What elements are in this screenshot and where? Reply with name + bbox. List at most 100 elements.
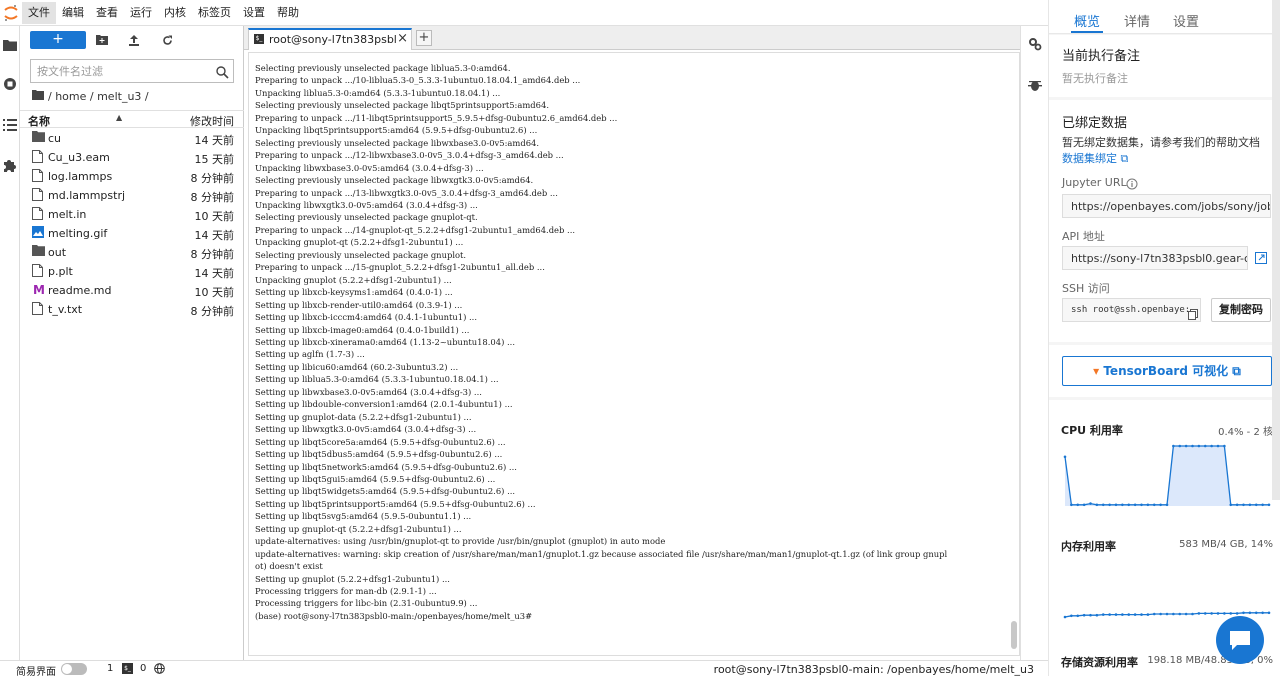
cpu-title: CPU 利用率 xyxy=(1061,424,1123,437)
terminal-line: Setting up libqt5svg5:amd64 (5.9.5-0ubun… xyxy=(255,511,472,522)
activity-bar xyxy=(0,26,20,660)
terminal-scrollbar[interactable] xyxy=(1011,621,1017,649)
cpu-point xyxy=(1121,503,1124,507)
memory-point xyxy=(1210,612,1213,615)
note-section: 当前执行备注 暂无执行备注 xyxy=(1049,35,1280,97)
menu-item-1[interactable]: 编辑 xyxy=(56,2,90,24)
menu-item-7[interactable]: 帮助 xyxy=(271,2,305,24)
ssh-command-field[interactable]: ssh root@ssh.openbaye: xyxy=(1062,298,1201,322)
tab-details[interactable]: 详情 xyxy=(1124,11,1150,30)
debugger-bug-icon[interactable] xyxy=(1028,77,1042,96)
terminal-line: ot) doesn't exist xyxy=(255,561,323,572)
add-tab-button[interactable]: + xyxy=(416,30,432,46)
memory-point xyxy=(1229,612,1233,615)
refresh-icon[interactable] xyxy=(157,31,177,49)
cpu-point xyxy=(1152,503,1156,507)
terminal-line: Setting up libxcb-icccm4:amd64 (0.4.1-1u… xyxy=(255,312,477,323)
copy-icon[interactable] xyxy=(1188,305,1198,324)
globe-icon[interactable] xyxy=(154,663,165,677)
file-row[interactable]: t_v.txt 8 分钟前 xyxy=(20,300,244,319)
info-icon[interactable] xyxy=(1126,175,1138,194)
cpu-point xyxy=(1127,503,1131,507)
file-row[interactable]: Cu_u3.eam 15 天前 xyxy=(20,148,244,167)
menu-item-3[interactable]: 运行 xyxy=(124,2,158,24)
folder-icon xyxy=(32,131,46,145)
jupyter-logo-icon[interactable] xyxy=(0,0,22,26)
simple-mode-toggle[interactable] xyxy=(61,663,87,675)
bound-data-title: 已绑定数据 xyxy=(1062,116,1128,131)
memory-point xyxy=(1235,612,1239,615)
chat-bubble-icon xyxy=(1230,631,1250,650)
extension-puzzle-icon[interactable] xyxy=(1,156,19,174)
cpu-point xyxy=(1267,503,1271,507)
column-modified-header[interactable]: 修改时间 xyxy=(190,113,234,129)
search-icon[interactable] xyxy=(216,64,229,83)
open-link-icon[interactable] xyxy=(1255,249,1267,268)
tab-overview[interactable]: 概览 xyxy=(1074,11,1100,30)
menu-items: 文件 编辑 查看 运行 内核 标签页 设置 帮助 xyxy=(22,1,305,24)
terminal-line: Preparing to unpack .../11-libqt5printsu… xyxy=(255,112,618,123)
sort-ascending-icon[interactable]: ▲ xyxy=(116,113,122,122)
tensorboard-button[interactable]: ▾ TensorBoard 可视化 ⧉ xyxy=(1062,356,1272,386)
menu-item-4[interactable]: 内核 xyxy=(158,2,192,24)
tab-terminal[interactable]: $_ root@sony-l7tn383psbl0-ma × xyxy=(248,28,412,50)
terminal-output: Selecting previously unselected package … xyxy=(255,62,1005,622)
dataset-bind-link[interactable]: 数据集绑定 ⧉ xyxy=(1062,150,1128,166)
file-row[interactable]: cu 14 天前 xyxy=(20,129,244,148)
terminal[interactable]: Selecting previously unselected package … xyxy=(248,52,1020,656)
menu-item-6[interactable]: 设置 xyxy=(237,2,271,24)
terminal-line: Setting up libdouble-conversion1:amd64 (… xyxy=(255,399,513,410)
command-list-icon[interactable] xyxy=(1,116,19,134)
bound-data-text: 暂无绑定数据集，请参考我们的帮助文档 xyxy=(1062,136,1260,149)
memory-point xyxy=(1101,613,1105,616)
api-url-field[interactable]: https://sony-l7tn383psbl0.gear-c1. xyxy=(1062,246,1248,270)
terminal-line: Selecting previously unselected package … xyxy=(255,137,540,148)
file-row[interactable]: log.lammps 8 分钟前 xyxy=(20,167,244,186)
memory-point xyxy=(1140,613,1143,616)
memory-point xyxy=(1063,615,1067,619)
file-filter-input[interactable] xyxy=(31,60,211,83)
file-row[interactable]: p.plt 14 天前 xyxy=(20,262,244,281)
tab-settings[interactable]: 设置 xyxy=(1173,11,1199,30)
file-row[interactable]: md.lammpstrj 8 分钟前 xyxy=(20,186,244,205)
chat-support-button[interactable] xyxy=(1216,616,1264,664)
close-icon[interactable]: × xyxy=(397,31,408,46)
folder-icon[interactable] xyxy=(1,36,19,54)
column-name-header[interactable]: 名称 xyxy=(28,113,50,129)
memory-point xyxy=(1108,613,1111,616)
terminal-count[interactable]: 0 xyxy=(140,663,146,674)
file-row[interactable]: out 8 分钟前 xyxy=(20,243,244,262)
memory-point xyxy=(1165,612,1169,616)
property-inspector-icon[interactable] xyxy=(1028,36,1042,55)
file-browser: + / home / melt_u3 / 名称 ▲ 修改时间 cu14 天前Cu… xyxy=(20,26,244,660)
file-modified-time: 8 分钟前 xyxy=(190,248,235,261)
new-folder-icon[interactable] xyxy=(92,31,112,49)
copy-password-button[interactable]: 复制密码 xyxy=(1211,298,1271,322)
tab-label: root@sony-l7tn383psbl0-ma xyxy=(269,33,397,46)
home-folder-icon[interactable] xyxy=(32,89,44,103)
cpu-point xyxy=(1216,444,1220,448)
kernel-count[interactable]: 1 xyxy=(107,663,113,674)
panel-scrollbar[interactable] xyxy=(1272,0,1280,500)
menu-item-2[interactable]: 查看 xyxy=(90,2,124,24)
file-row[interactable]: melt.in 10 天前 xyxy=(20,205,244,224)
memory-point xyxy=(1184,612,1188,616)
file-name: melt.in xyxy=(48,208,87,221)
menu-bar: 文件 编辑 查看 运行 内核 标签页 设置 帮助 xyxy=(0,0,1048,26)
jupyter-url-field[interactable]: https://openbayes.com/jobs/sony/jobs xyxy=(1062,194,1271,218)
folder-icon xyxy=(32,245,46,259)
upload-icon[interactable] xyxy=(124,31,144,49)
breadcrumb-path[interactable]: / home / melt_u3 / xyxy=(48,90,149,103)
file-row[interactable]: Mreadme.md 10 天前 xyxy=(20,281,244,300)
menu-item-5[interactable]: 标签页 xyxy=(192,2,237,24)
new-launcher-button[interactable]: + xyxy=(30,31,86,49)
memory-point xyxy=(1191,612,1194,616)
cpu-point xyxy=(1165,503,1169,507)
terminal-line: Setting up libxcb-image0:amd64 (0.4.0-1b… xyxy=(255,324,470,335)
menu-item-0[interactable]: 文件 xyxy=(22,1,56,24)
memory-point xyxy=(1121,613,1124,616)
file-name: md.lammpstrj xyxy=(48,189,126,202)
running-icon[interactable] xyxy=(1,75,19,93)
cpu-point xyxy=(1254,503,1258,507)
file-row[interactable]: melting.gif 14 天前 xyxy=(20,224,244,243)
